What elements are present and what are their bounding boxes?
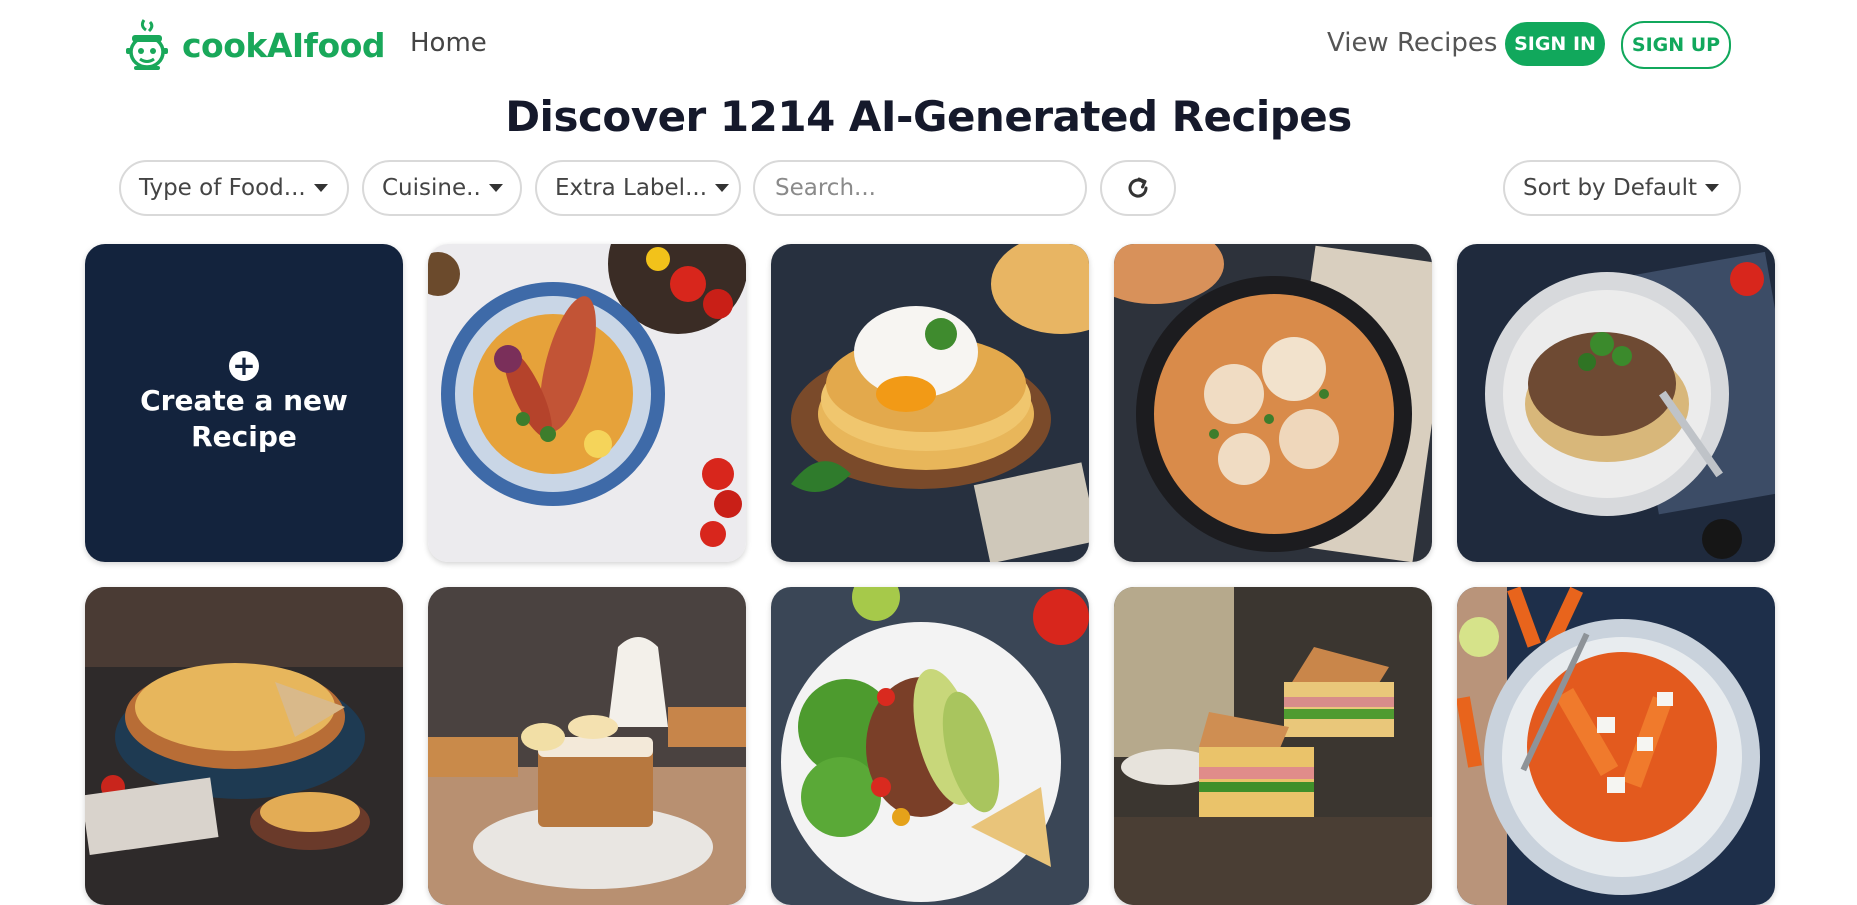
savory-pie-photo: [85, 587, 403, 905]
caret-down-icon: [313, 184, 328, 192]
sign-up-button[interactable]: SIGN UP: [1621, 21, 1731, 69]
caret-down-icon: [715, 184, 730, 192]
create-recipe-label: Create a new Recipe: [140, 384, 348, 453]
recipe-card[interactable]: [771, 244, 1089, 562]
chef-pot-logo-icon: [126, 19, 168, 70]
type-of-food-dropdown[interactable]: Type of Food...: [119, 160, 349, 216]
avocado-bean-salad-photo: [771, 587, 1089, 905]
flatbread-stack-with-poached-egg-photo: [771, 244, 1089, 562]
extra-label-label: Extra Label...: [555, 175, 708, 201]
brand-logo-link[interactable]: cookAIfood: [124, 18, 386, 72]
fish-curry-bowl-photo: [428, 244, 746, 562]
meat-sauce-pasta-plate-photo: [1457, 244, 1775, 562]
cuisine-label: Cuisine..: [382, 175, 481, 201]
sort-dropdown[interactable]: Sort by Default: [1503, 160, 1741, 216]
caret-down-icon: [1705, 184, 1720, 192]
nav-view-recipes-link[interactable]: View Recipes: [1327, 28, 1497, 58]
recipe-card[interactable]: [428, 244, 746, 562]
cuisine-dropdown[interactable]: Cuisine..: [362, 160, 522, 216]
sign-in-button[interactable]: SIGN IN: [1505, 22, 1605, 66]
search-input[interactable]: [773, 174, 1067, 202]
recipe-card[interactable]: [428, 587, 746, 905]
ham-sandwiches-photo: [1114, 587, 1432, 905]
carrot-feta-salad-photo: [1457, 587, 1775, 905]
sort-label: Sort by Default: [1523, 175, 1698, 201]
nav-home-link[interactable]: Home: [410, 28, 487, 58]
search-field[interactable]: [753, 160, 1087, 216]
create-recipe-card[interactable]: + Create a new Recipe: [85, 244, 403, 562]
plus-circle-icon: +: [229, 351, 259, 381]
brand-name: cookAIfood: [182, 25, 386, 65]
type-of-food-label: Type of Food...: [139, 175, 306, 201]
recipe-card[interactable]: [1114, 587, 1432, 905]
banana-cake-slice-photo: [428, 587, 746, 905]
recipe-card[interactable]: [1457, 244, 1775, 562]
refresh-icon: [1128, 177, 1148, 198]
recipe-card[interactable]: [85, 587, 403, 905]
recipe-card[interactable]: [1457, 587, 1775, 905]
penne-chicken-skillet-photo: [1114, 244, 1432, 562]
extra-label-dropdown[interactable]: Extra Label...: [535, 160, 741, 216]
caret-down-icon: [488, 184, 503, 192]
page-title: Discover 1214 AI-Generated Recipes: [505, 92, 1352, 141]
navbar: cookAIfood Home View Recipes SIGN IN SIG…: [0, 0, 1857, 90]
recipe-card[interactable]: [1114, 244, 1432, 562]
recipe-card[interactable]: [771, 587, 1089, 905]
refresh-button[interactable]: [1100, 160, 1176, 216]
